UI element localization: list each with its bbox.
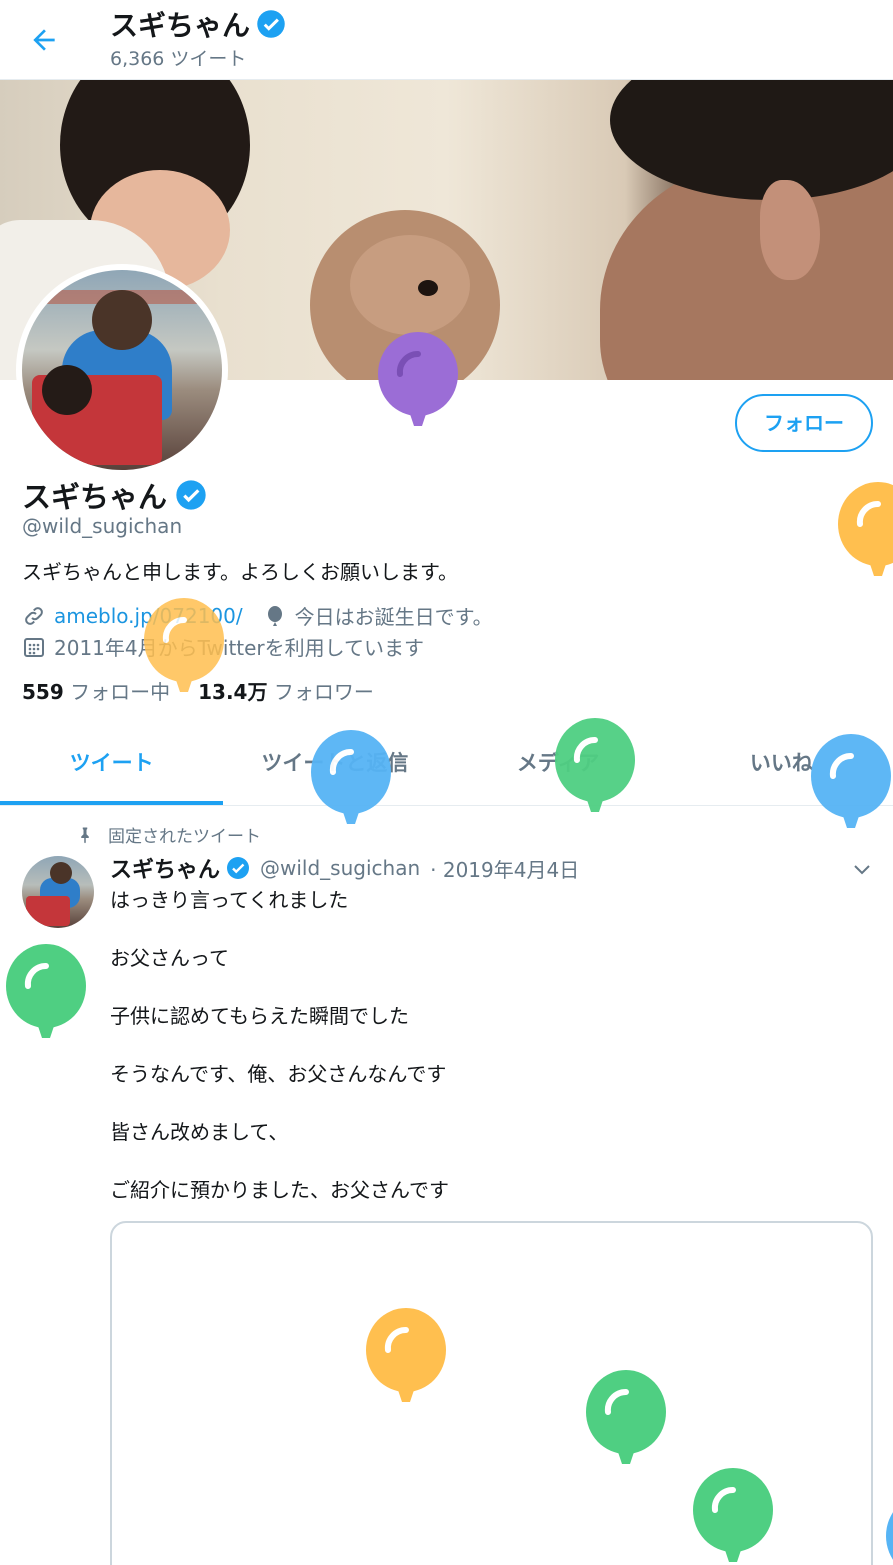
followers-label: フォロワー [273, 680, 374, 704]
balloon-icon [267, 605, 282, 626]
top-bar: スギちゃん 6,366 ツイート [0, 0, 893, 80]
tweet-avatar[interactable] [22, 856, 94, 928]
back-arrow-icon[interactable] [28, 24, 60, 56]
balloon-icon [378, 332, 458, 426]
balloon-icon [366, 1308, 446, 1402]
balloon-icon [838, 482, 893, 576]
tweet-line: 皆さん改めまして、 [110, 1120, 289, 1144]
tweet-line: ご紹介に預かりました、お父さんです [110, 1178, 449, 1202]
balloon-icon [6, 944, 86, 1038]
joined-date: 2011年4月からTwitterを利用しています [54, 636, 425, 660]
tweet-line: 子供に認めてもらえた瞬間でした [110, 1004, 409, 1028]
profile-avatar[interactable] [16, 264, 228, 476]
tweet-line: そうなんです、俺、お父さんなんです [110, 1062, 447, 1086]
tweet-author-name[interactable]: スギちゃん [110, 852, 220, 884]
profile-meta-row: ameblo.jp/072100/ 今日はお誕生日です。 [22, 601, 493, 630]
profile-tabs: ツイート ツイートと返信 メディア いいね [0, 728, 893, 806]
verified-badge-icon [176, 480, 206, 510]
tab-tweets[interactable]: ツイート [0, 728, 224, 805]
tweet-date[interactable]: · 2019年4月4日 [430, 854, 579, 883]
tweet-line: お父さんって [110, 946, 229, 970]
pinned-indicator: 固定されたツイート [76, 822, 261, 847]
verified-badge-icon [227, 857, 250, 879]
calendar-icon [24, 637, 44, 657]
follow-button[interactable]: フォロー [735, 394, 873, 452]
chevron-down-icon[interactable] [850, 858, 874, 882]
pin-icon [81, 827, 89, 843]
header-tweet-count: 6,366 ツイート [110, 48, 247, 70]
balloon-icon [144, 598, 224, 692]
header-name: スギちゃん [110, 4, 286, 44]
profile-name: スギちゃん [22, 474, 207, 516]
profile-handle: @wild_sugichan [22, 514, 183, 538]
balloon-icon [693, 1468, 773, 1562]
balloon-icon [311, 730, 391, 824]
link-icon [25, 606, 43, 625]
tweet-text: はっきり言ってくれました お父さんって 子供に認めてもらえた瞬間でした そうなん… [110, 886, 449, 1234]
verified-badge-icon [257, 10, 285, 38]
tweet-line: はっきり言ってくれました [110, 888, 349, 912]
balloon-icon [811, 734, 891, 828]
following-count: 559 [22, 680, 64, 704]
profile-bio: スギちゃんと申します。よろしくお願いします。 [22, 560, 458, 584]
tweet-author-handle[interactable]: @wild_sugichan [260, 856, 420, 880]
profile-name-text: スギちゃん [22, 480, 168, 514]
balloon-icon [586, 1370, 666, 1464]
header-name-text: スギちゃん [110, 9, 251, 42]
birthday-text: 今日はお誕生日です。 [294, 605, 493, 629]
tweet-header: スギちゃん @wild_sugichan · 2019年4月4日 [110, 852, 579, 884]
balloon-icon [555, 718, 635, 812]
pinned-label: 固定されたツイート [108, 827, 261, 847]
balloon-icon [886, 1512, 893, 1560]
